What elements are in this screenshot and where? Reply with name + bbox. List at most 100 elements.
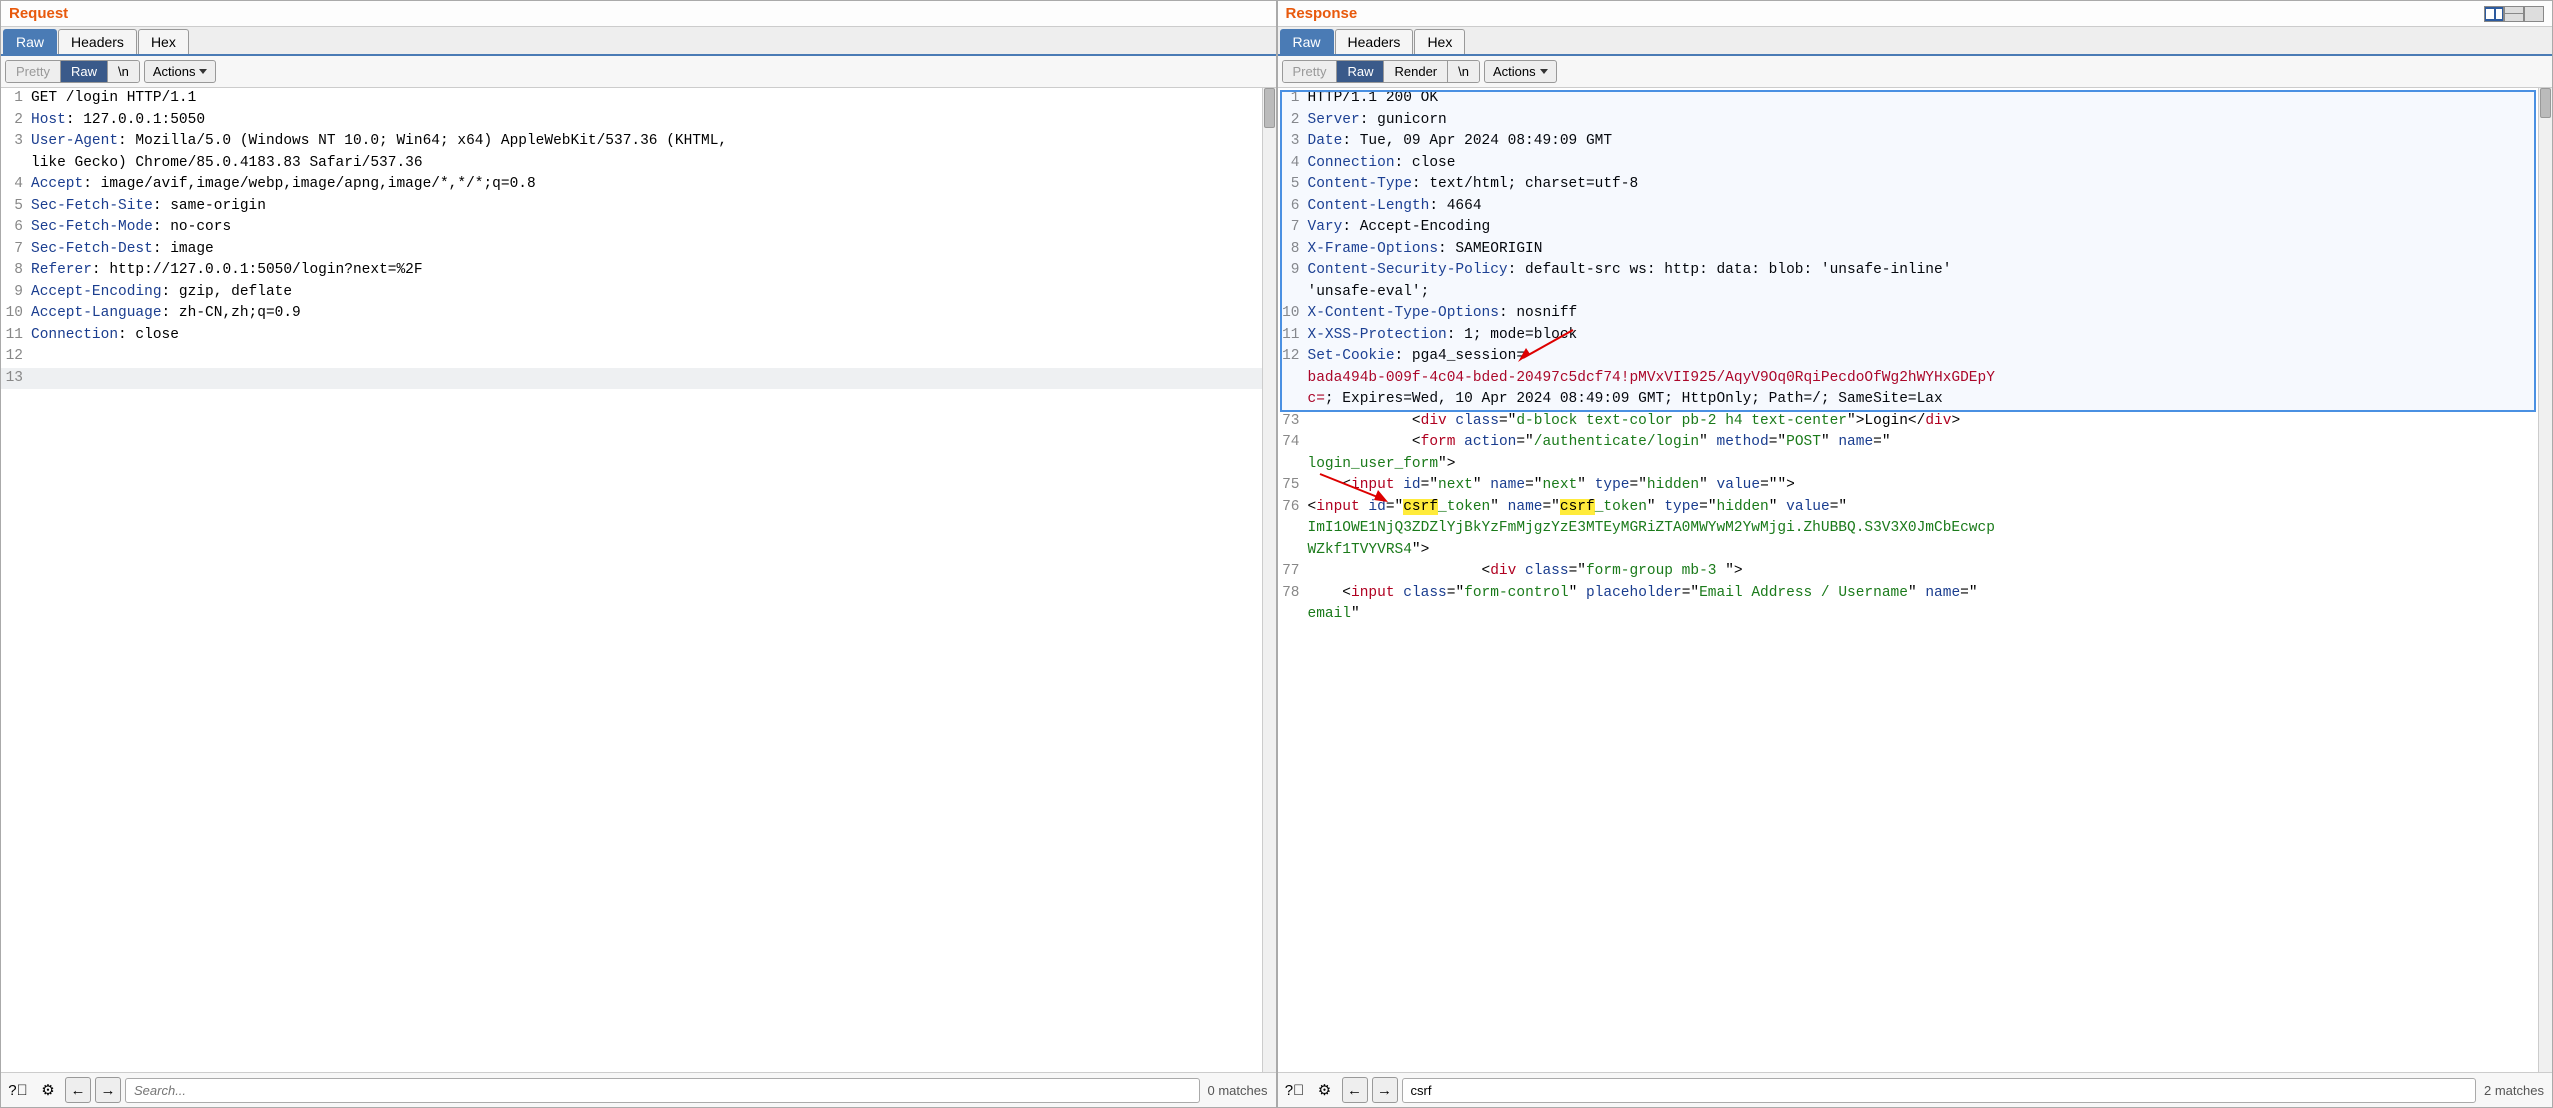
- code-line[interactable]: 10Accept-Language: zh-CN,zh;q=0.9: [1, 303, 1276, 325]
- line-number: 78: [1278, 583, 1306, 605]
- code-line[interactable]: ImI1OWE1NjQ3ZDZlYjBkYzFmMjgzYzE3MTEyMGRi…: [1278, 518, 2553, 540]
- line-number: 8: [1, 260, 29, 282]
- code-line[interactable]: 4Accept: image/avif,image/webp,image/apn…: [1, 174, 1276, 196]
- response-actions-button[interactable]: Actions: [1484, 60, 1557, 83]
- layout-rows-button[interactable]: [2504, 6, 2524, 22]
- line-number: 9: [1278, 260, 1306, 282]
- code-line[interactable]: 10X-Content-Type-Options: nosniff: [1278, 303, 2553, 325]
- line-content: <div class="form-group mb-3 ">: [1306, 561, 2553, 583]
- code-line[interactable]: 12: [1, 346, 1276, 368]
- line-number: 5: [1, 196, 29, 218]
- code-line[interactable]: 7Sec-Fetch-Dest: image: [1, 239, 1276, 261]
- code-line[interactable]: email": [1278, 604, 2553, 626]
- response-tab-raw[interactable]: Raw: [1280, 29, 1334, 54]
- help-icon[interactable]: ?⃝: [1282, 1077, 1308, 1103]
- scrollbar-thumb[interactable]: [2540, 88, 2551, 118]
- line-content: GET /login HTTP/1.1: [29, 88, 1276, 110]
- prev-match-button[interactable]: ←: [65, 1077, 91, 1103]
- gear-icon[interactable]: ⚙: [35, 1077, 61, 1103]
- code-line[interactable]: 8X-Frame-Options: SAMEORIGIN: [1278, 239, 2553, 261]
- code-line[interactable]: login_user_form">: [1278, 454, 2553, 476]
- code-line[interactable]: 3Date: Tue, 09 Apr 2024 08:49:09 GMT: [1278, 131, 2553, 153]
- response-tab-hex[interactable]: Hex: [1414, 29, 1465, 54]
- line-number: [1278, 368, 1306, 390]
- response-sub-toolbar: PrettyRawRender\n Actions: [1278, 56, 2553, 88]
- response-scrollbar[interactable]: [2538, 88, 2552, 1072]
- code-line[interactable]: 75 <input id="next" name="next" type="hi…: [1278, 475, 2553, 497]
- code-line[interactable]: 77 <div class="form-group mb-3 ">: [1278, 561, 2553, 583]
- code-line[interactable]: 2Host: 127.0.0.1:5050: [1, 110, 1276, 132]
- request-tab-raw[interactable]: Raw: [3, 29, 57, 54]
- code-line[interactable]: 8Referer: http://127.0.0.1:5050/login?ne…: [1, 260, 1276, 282]
- response-view-newlinen[interactable]: \n: [1448, 61, 1479, 82]
- code-line[interactable]: 2Server: gunicorn: [1278, 110, 2553, 132]
- response-editor[interactable]: 1HTTP/1.1 200 OK2Server: gunicorn3Date: …: [1278, 88, 2553, 1072]
- code-line[interactable]: 12Set-Cookie: pga4_session=: [1278, 346, 2553, 368]
- request-view-newlinen[interactable]: \n: [108, 61, 139, 82]
- scrollbar-thumb[interactable]: [1264, 88, 1275, 128]
- request-view-raw[interactable]: Raw: [61, 61, 108, 82]
- response-view-raw[interactable]: Raw: [1337, 61, 1384, 82]
- line-number: 11: [1, 325, 29, 347]
- code-line[interactable]: c=; Expires=Wed, 10 Apr 2024 08:49:09 GM…: [1278, 389, 2553, 411]
- code-line[interactable]: 'unsafe-eval';: [1278, 282, 2553, 304]
- request-view-group: PrettyRaw\n: [5, 60, 140, 83]
- line-number: 6: [1, 217, 29, 239]
- request-actions-button[interactable]: Actions: [144, 60, 217, 83]
- code-line[interactable]: 11Connection: close: [1, 325, 1276, 347]
- code-line[interactable]: 74 <form action="/authenticate/login" me…: [1278, 432, 2553, 454]
- line-number: 1: [1, 88, 29, 110]
- next-match-button[interactable]: →: [1372, 1077, 1398, 1103]
- line-content: X-Content-Type-Options: nosniff: [1306, 303, 2553, 325]
- code-line[interactable]: 6Sec-Fetch-Mode: no-cors: [1, 217, 1276, 239]
- gear-icon[interactable]: ⚙: [1312, 1077, 1338, 1103]
- next-match-button[interactable]: →: [95, 1077, 121, 1103]
- code-line[interactable]: 13: [1, 368, 1276, 390]
- help-icon[interactable]: ?⃝: [5, 1077, 31, 1103]
- response-tab-headers[interactable]: Headers: [1335, 29, 1414, 54]
- request-scrollbar[interactable]: [1262, 88, 1276, 1072]
- code-line[interactable]: 76<input id="csrf_token" name="csrf_toke…: [1278, 497, 2553, 519]
- code-line[interactable]: 11X-XSS-Protection: 1; mode=block: [1278, 325, 2553, 347]
- code-line[interactable]: like Gecko) Chrome/85.0.4183.83 Safari/5…: [1, 153, 1276, 175]
- code-line[interactable]: 73 <div class="d-block text-color pb-2 h…: [1278, 411, 2553, 433]
- line-number: [1278, 518, 1306, 540]
- request-tab-hex[interactable]: Hex: [138, 29, 189, 54]
- prev-match-button[interactable]: ←: [1342, 1077, 1368, 1103]
- line-number: [1278, 282, 1306, 304]
- response-view-pretty[interactable]: Pretty: [1283, 61, 1338, 82]
- code-line[interactable]: 78 <input class="form-control" placehold…: [1278, 583, 2553, 605]
- actions-label: Actions: [1493, 64, 1536, 79]
- response-view-render[interactable]: Render: [1384, 61, 1448, 82]
- request-header: Request: [1, 1, 1276, 27]
- code-line[interactable]: 4Connection: close: [1278, 153, 2553, 175]
- line-number: 77: [1278, 561, 1306, 583]
- line-content: <form action="/authenticate/login" metho…: [1306, 432, 2553, 454]
- request-match-count: 0 matches: [1204, 1083, 1272, 1098]
- line-content: ImI1OWE1NjQ3ZDZlYjBkYzFmMjgzYzE3MTEyMGRi…: [1306, 518, 2553, 540]
- request-search-input[interactable]: [125, 1078, 1200, 1103]
- response-search-input[interactable]: [1402, 1078, 2477, 1103]
- code-line[interactable]: 7Vary: Accept-Encoding: [1278, 217, 2553, 239]
- layout-single-button[interactable]: [2524, 6, 2544, 22]
- code-line[interactable]: 9Accept-Encoding: gzip, deflate: [1, 282, 1276, 304]
- request-tab-headers[interactable]: Headers: [58, 29, 137, 54]
- code-line[interactable]: 3User-Agent: Mozilla/5.0 (Windows NT 10.…: [1, 131, 1276, 153]
- code-line[interactable]: 6Content-Length: 4664: [1278, 196, 2553, 218]
- line-content: email": [1306, 604, 2553, 626]
- line-number: 12: [1278, 346, 1306, 368]
- code-line[interactable]: WZkf1TVYVRS4">: [1278, 540, 2553, 562]
- line-content: Content-Type: text/html; charset=utf-8: [1306, 174, 2553, 196]
- request-view-pretty[interactable]: Pretty: [6, 61, 61, 82]
- request-editor[interactable]: 1GET /login HTTP/1.12Host: 127.0.0.1:505…: [1, 88, 1276, 1072]
- code-line[interactable]: 1HTTP/1.1 200 OK: [1278, 88, 2553, 110]
- code-line[interactable]: bada494b-009f-4c04-bded-20497c5dcf74!pMV…: [1278, 368, 2553, 390]
- layout-columns-button[interactable]: [2484, 6, 2504, 22]
- request-sub-toolbar: PrettyRaw\n Actions: [1, 56, 1276, 88]
- response-title: Response: [1286, 5, 1358, 22]
- code-line[interactable]: 9Content-Security-Policy: default-src ws…: [1278, 260, 2553, 282]
- code-line[interactable]: 5Content-Type: text/html; charset=utf-8: [1278, 174, 2553, 196]
- code-line[interactable]: 1GET /login HTTP/1.1: [1, 88, 1276, 110]
- code-line[interactable]: 5Sec-Fetch-Site: same-origin: [1, 196, 1276, 218]
- request-bottom-bar: ?⃝ ⚙ ← → 0 matches: [1, 1072, 1276, 1107]
